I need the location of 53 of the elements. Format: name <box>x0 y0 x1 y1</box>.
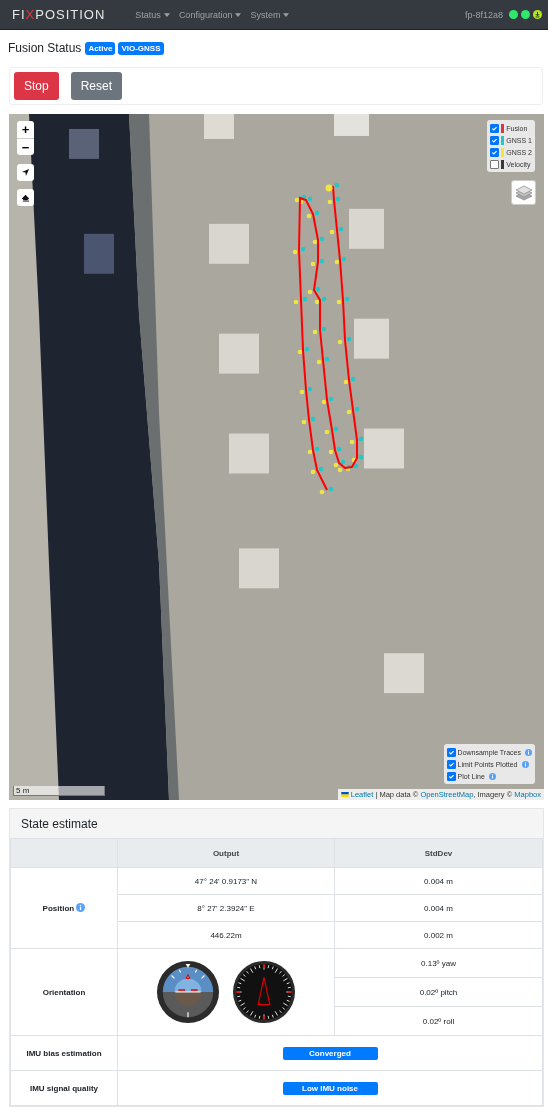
navigation-arrow-icon <box>21 168 30 177</box>
stop-button[interactable]: Stop <box>14 72 59 100</box>
row-label: Orientation <box>10 948 118 1036</box>
layer-checkbox[interactable] <box>490 123 500 133</box>
table-cell: 446.22m <box>117 921 335 949</box>
row-label: IMU signal quality <box>10 1070 118 1106</box>
status-badge: Active <box>85 41 116 55</box>
table-cell: 8° 27' 2.3924" E <box>117 894 335 922</box>
option-checkbox[interactable] <box>446 771 456 781</box>
flag-icon <box>340 792 349 797</box>
eraser-button[interactable] <box>17 189 34 206</box>
column-header: Output <box>117 838 335 868</box>
locate-button[interactable] <box>17 164 34 181</box>
caret-icon <box>163 12 170 17</box>
row-label: IMU bias estimation <box>10 1035 118 1071</box>
nav-menu[interactable]: Configuration <box>178 9 242 20</box>
option-checkbox[interactable] <box>446 759 456 769</box>
device-name: fp-8f12a8 <box>464 9 503 20</box>
status-badge: Converged <box>282 1046 378 1060</box>
column-header: StdDev <box>334 838 543 868</box>
brand-logo[interactable]: FIXPOSITION <box>12 7 106 22</box>
layer-checkbox[interactable] <box>490 135 500 145</box>
table-cell: 0.02º pitch <box>334 977 543 1007</box>
info-icon[interactable] <box>525 748 532 756</box>
table-cell: 0.13º yaw <box>334 948 543 978</box>
table-cell: 0.002 m <box>334 921 543 949</box>
table-cell: 0.02º roll <box>334 1006 543 1036</box>
map-scale: 5 m <box>13 786 105 796</box>
eraser-icon <box>21 193 30 202</box>
info-icon[interactable] <box>488 772 496 780</box>
row-label: Position <box>42 904 75 913</box>
layer-checkbox[interactable] <box>490 159 500 169</box>
caret-icon <box>235 12 242 17</box>
table-cell: 0.004 m <box>334 894 543 922</box>
status-badge: Low IMU noise <box>282 1081 378 1095</box>
table-cell: 0.004 m <box>334 867 543 895</box>
layers-button[interactable] <box>511 180 536 205</box>
compass-drawing <box>232 960 296 1024</box>
layer-checkbox[interactable] <box>490 147 500 157</box>
option-checkbox[interactable] <box>446 747 456 757</box>
page-title: Fusion Status <box>8 41 82 55</box>
nav-menu[interactable]: System <box>250 9 290 20</box>
attitude-indicator-drawing <box>156 960 220 1024</box>
nav-menu[interactable]: Status <box>135 9 170 20</box>
card-title: State estimate <box>21 816 98 831</box>
reset-button[interactable]: Reset <box>70 72 123 100</box>
status-badge: VIO-GNSS <box>118 41 164 55</box>
zoom-in-button[interactable]: + <box>17 121 34 138</box>
zoom-out-button[interactable]: − <box>17 138 34 155</box>
info-icon[interactable] <box>521 760 529 768</box>
table-cell: 47° 24' 0.9173" N <box>117 867 335 895</box>
caret-icon <box>283 12 290 17</box>
info-icon[interactable] <box>76 903 86 912</box>
